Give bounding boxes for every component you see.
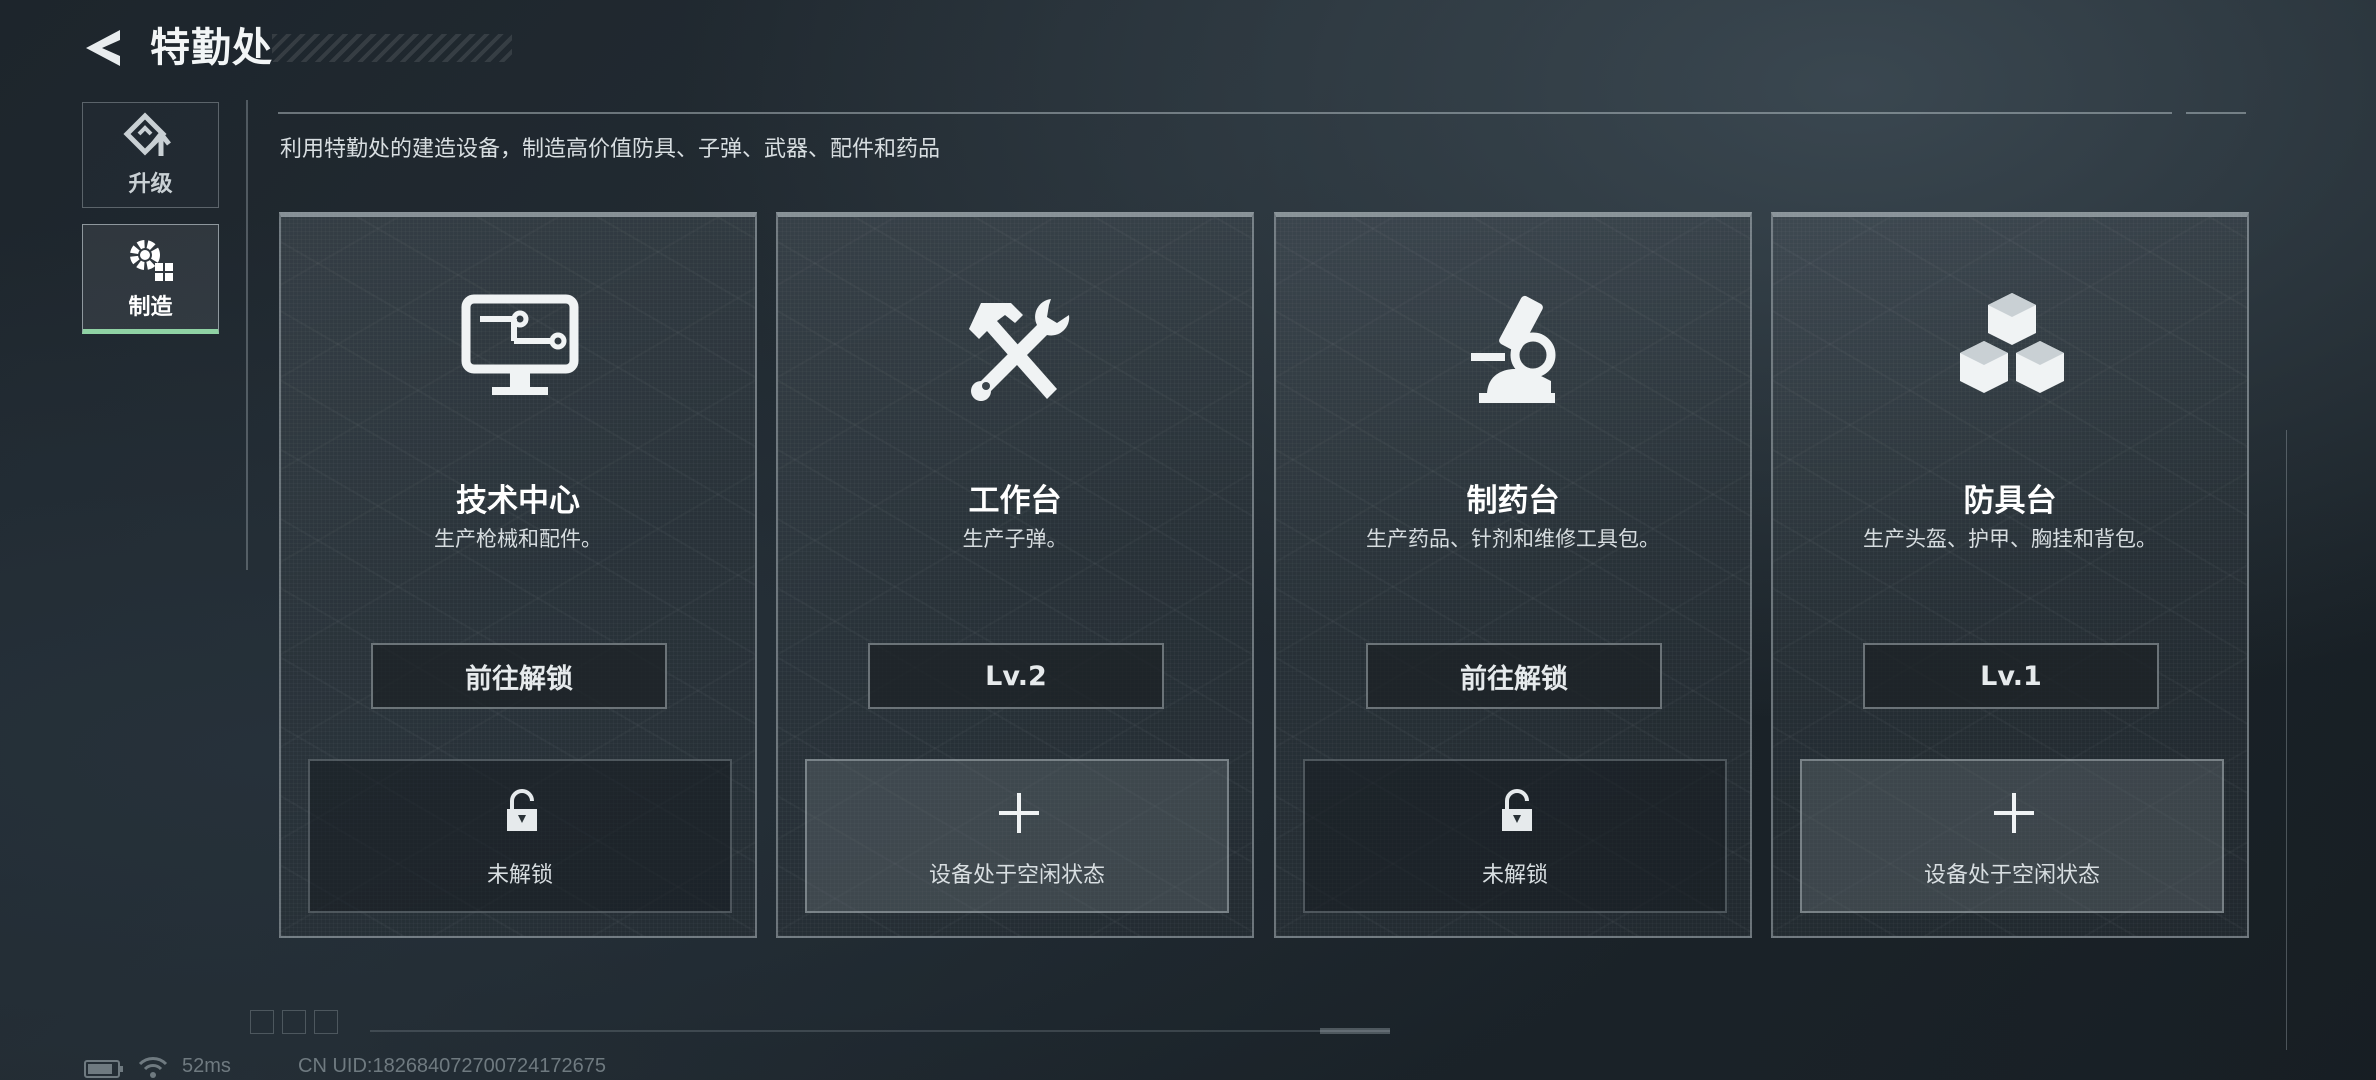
sidebar-tab-manufacture[interactable]: 制造 [82,224,219,334]
slot-status-text: 设备处于空闲状态 [928,863,1105,888]
page-title: 特勤处 [150,25,273,71]
microscope-icon [1471,295,1556,403]
facility-name: 防具台 [1963,483,2057,519]
bottom-divider [370,1030,1390,1032]
ping-text: 52ms [182,1055,231,1077]
production-slot-locked[interactable]: 未解锁 [1303,759,1727,913]
uid-text: CN UID:1826840727007241726​75 [298,1055,607,1077]
section-description: 利用特勤处的建造设备，制造高价值防具、子弹、武器、配件和药品 [280,137,941,162]
lock-icon [1502,789,1532,831]
slot-status-text: 未解锁 [1481,863,1548,888]
facility-description: 生产头盔、护甲、胸挂和背包。 [1863,527,2157,551]
right-divider [2286,430,2287,1050]
decor-square [250,1010,274,1034]
back-arrow-icon [86,30,120,66]
level-button[interactable]: Lv.1 [1863,643,2159,709]
production-slot-locked[interactable]: 未解锁 [308,759,732,913]
decor-square [314,1010,338,1034]
top-divider [278,112,2172,114]
left-divider [246,100,248,570]
facility-name: 制药台 [1466,483,1560,519]
bottom-divider-accent [1320,1028,1390,1034]
sidebar-tab-label: 制造 [128,295,173,320]
top-divider-end [2186,112,2246,114]
battery-icon [84,1060,123,1078]
decor-square [282,1010,306,1034]
sidebar-tab-label: 升级 [128,172,173,197]
gears-icon [129,240,173,281]
facility-card-workbench[interactable]: 工作台 生产子弹。 Lv.2 设备处于空闲状态 [776,212,1254,938]
unlock-button[interactable]: 前往解锁 [1366,643,1662,709]
wifi-icon [138,1057,168,1078]
production-slot-idle[interactable]: 设备处于空闲状态 [1800,759,2224,913]
facility-name: 工作台 [968,483,1062,519]
facility-name: 技术中心 [456,483,580,519]
hammer-wrench-icon [969,299,1070,401]
plus-icon [999,793,1039,833]
back-button[interactable] [80,24,128,72]
unlock-button[interactable]: 前往解锁 [371,643,667,709]
plus-icon [1994,793,2034,833]
upgrade-icon [122,112,171,156]
facility-description: 生产子弹。 [962,527,1068,551]
cubes-icon [1960,293,2064,393]
facility-description: 生产枪械和配件。 [434,527,602,551]
facility-card-armor-bench[interactable]: 防具台 生产头盔、护甲、胸挂和背包。 Lv.1 设备处于空闲状态 [1771,212,2249,938]
title-decoration [272,34,512,62]
facility-card-pharmacy[interactable]: 制药台 生产药品、针剂和维修工具包。 前往解锁 未解锁 [1274,212,1752,938]
facility-description: 生产药品、针剂和维修工具包。 [1366,527,1660,551]
lock-icon [507,789,537,831]
slot-status-text: 设备处于空闲状态 [1923,863,2100,888]
sidebar-tab-upgrade[interactable]: 升级 [82,102,219,208]
facility-card-tech-center[interactable]: 技术中心 生产枪械和配件。 前往解锁 未解锁 [279,212,757,938]
slot-status-text: 未解锁 [486,863,553,888]
computer-icon [461,294,579,395]
production-slot-idle[interactable]: 设备处于空闲状态 [805,759,1229,913]
level-button[interactable]: Lv.2 [868,643,1164,709]
